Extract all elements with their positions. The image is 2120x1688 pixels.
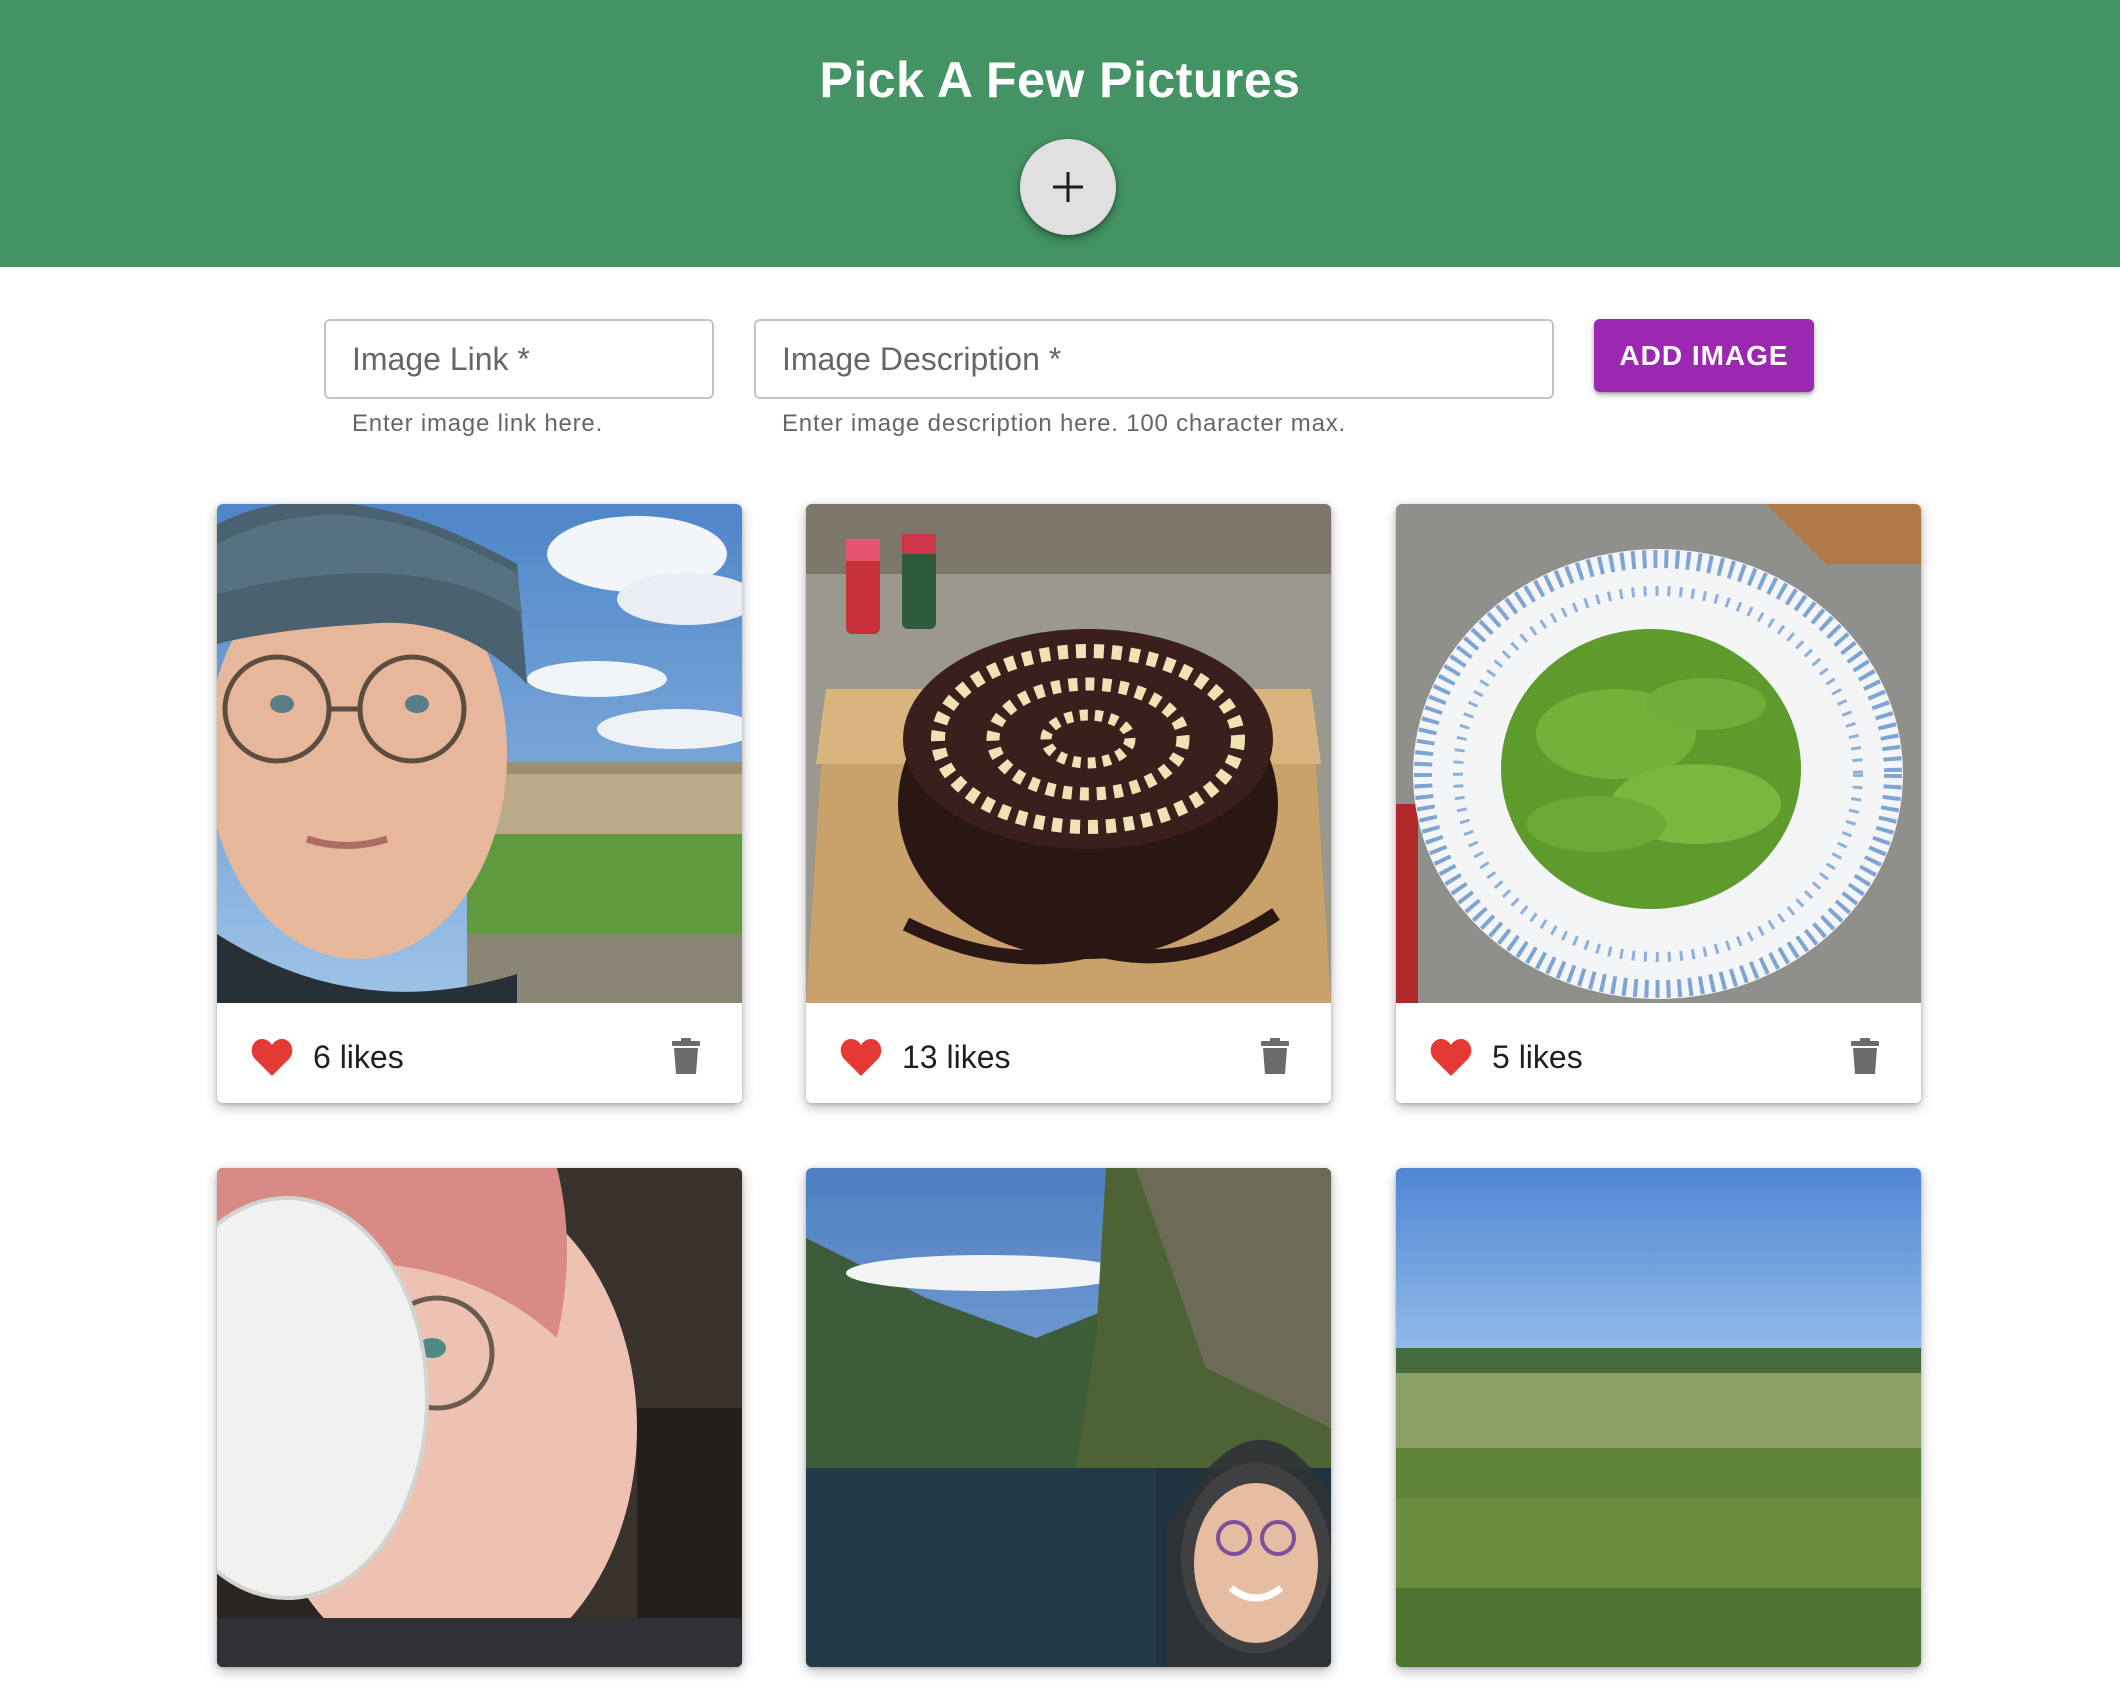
image-card: 6 likes [217, 504, 742, 1103]
image-card [1396, 1168, 1921, 1667]
image-description-helper: Enter image description here. 100 charac… [782, 410, 1346, 437]
image-link-field [324, 319, 714, 399]
card-photo-cyclist-selfie [217, 504, 742, 1003]
app-header: Pick A Few Pictures [0, 0, 2120, 267]
image-card [217, 1168, 742, 1667]
heart-icon[interactable] [1430, 1039, 1472, 1077]
heart-icon[interactable] [840, 1039, 882, 1077]
add-image-button[interactable]: ADD IMAGE [1594, 319, 1814, 392]
card-photo-fjord-selfie [806, 1168, 1331, 1667]
trash-icon[interactable] [1851, 1038, 1879, 1074]
likes-count: 5 likes [1492, 1039, 1583, 1075]
card-photo-coffee-selfie [217, 1168, 742, 1667]
card-actions: 13 likes [806, 1003, 1331, 1103]
trash-icon[interactable] [672, 1038, 700, 1074]
likes-count: 6 likes [313, 1039, 404, 1075]
card-actions: 5 likes [1396, 1003, 1921, 1103]
image-card: 13 likes [806, 504, 1331, 1103]
toggle-form-button[interactable] [1020, 139, 1116, 235]
image-card: 5 likes [1396, 504, 1921, 1103]
image-link-helper: Enter image link here. [352, 410, 604, 437]
image-card [806, 1168, 1331, 1667]
image-description-input[interactable] [756, 321, 1552, 397]
card-photo-chocolate-cake [806, 504, 1331, 1003]
image-link-input[interactable] [326, 321, 712, 397]
likes-count: 13 likes [902, 1039, 1011, 1075]
image-description-field [754, 319, 1554, 399]
card-photo-prairie-field [1396, 1168, 1921, 1667]
plus-icon [1053, 172, 1083, 202]
card-actions: 6 likes [217, 1003, 742, 1103]
card-photo-edamame-bowl [1396, 504, 1921, 1003]
trash-icon[interactable] [1261, 1038, 1289, 1074]
heart-icon[interactable] [251, 1039, 293, 1077]
page-title: Pick A Few Pictures [819, 52, 1301, 108]
